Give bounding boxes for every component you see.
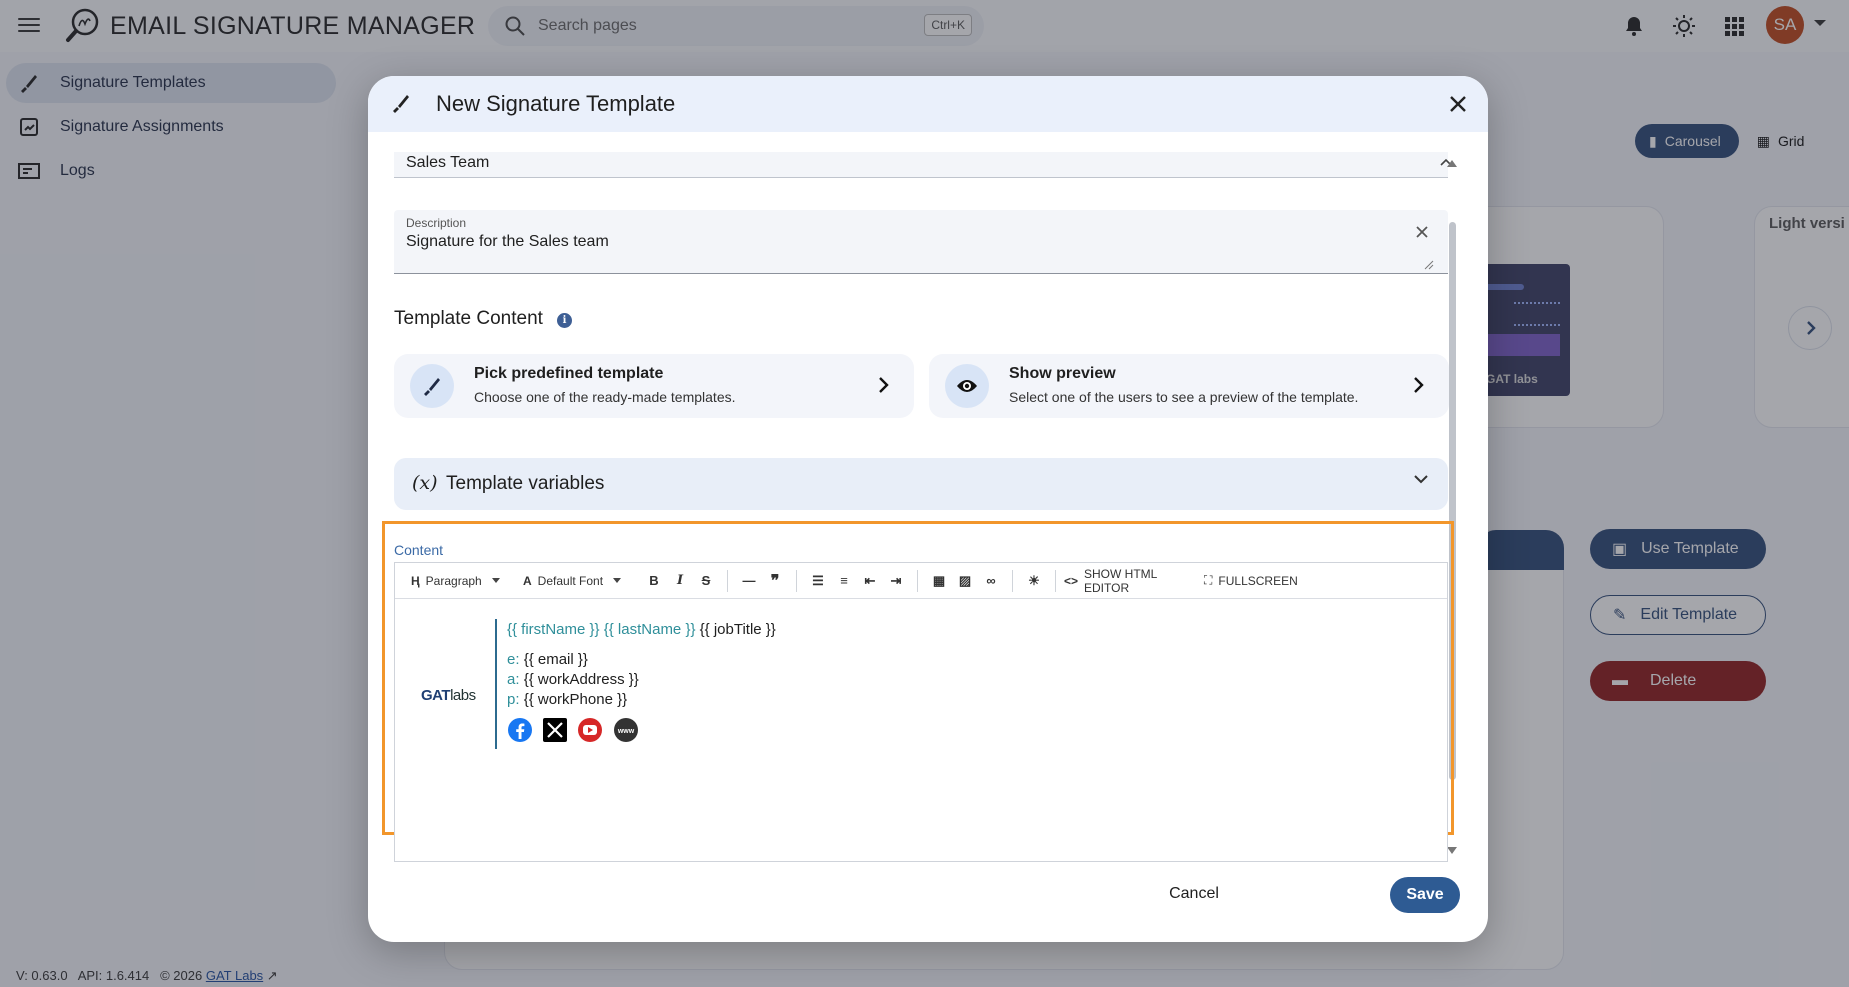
- editor-toolbar: Ⱨ Paragraph A Default Font B I S — ❞ ☰ ≡…: [395, 563, 1447, 599]
- signature-address-line: a: {{ workAddress }}: [507, 671, 639, 688]
- resize-handle-icon[interactable]: [1424, 260, 1434, 270]
- phone-variable: {{ workPhone }}: [523, 691, 628, 708]
- toolbar-divider: [1055, 569, 1056, 592]
- show-preview-card[interactable]: Show preview Select one of the users to …: [929, 354, 1449, 418]
- signature-divider: [495, 619, 497, 749]
- paragraph-select[interactable]: Ⱨ Paragraph: [411, 563, 511, 599]
- description-label: Description: [406, 216, 467, 230]
- chevron-right-icon: [879, 377, 889, 393]
- outdent-icon[interactable]: ⇤: [857, 563, 883, 599]
- brush-icon: [393, 95, 409, 113]
- signature-name-line: {{ firstName }} {{ lastName }} {{ jobTit…: [507, 621, 776, 638]
- pick-template-title: Pick predefined template: [474, 365, 664, 382]
- pick-predefined-template-card[interactable]: Pick predefined template Choose one of t…: [394, 354, 914, 418]
- quote-icon[interactable]: ❞: [762, 563, 788, 599]
- bold-icon[interactable]: B: [641, 563, 667, 599]
- pick-template-subtitle: Choose one of the ready-made templates.: [474, 389, 736, 405]
- italic-icon[interactable]: I: [667, 563, 693, 599]
- info-icon[interactable]: i: [557, 313, 572, 328]
- fullscreen-button[interactable]: ⛶ FULLSCREEN: [1204, 563, 1314, 599]
- www-label: www: [617, 728, 635, 735]
- toolbar-divider: [917, 569, 918, 592]
- eye-icon: [957, 380, 977, 392]
- email-variable: {{ email }}: [523, 651, 588, 668]
- font-icon: A: [523, 573, 532, 588]
- signature-phone-line: p: {{ workPhone }}: [507, 691, 627, 708]
- show-html-editor-label: SHOW HTML EDITOR: [1084, 566, 1157, 595]
- address-prefix: a:: [507, 671, 520, 688]
- code-icon: <>: [1064, 573, 1079, 588]
- rich-text-editor[interactable]: Ⱨ Paragraph A Default Font B I S — ❞ ☰ ≡…: [394, 562, 1448, 862]
- theme-preview-icon[interactable]: ☀: [1021, 563, 1047, 599]
- save-button[interactable]: Save: [1390, 877, 1460, 913]
- logo-light-text: labs: [450, 687, 476, 704]
- description-field[interactable]: Description Signature for the Sales team: [394, 210, 1448, 274]
- image-icon[interactable]: ▨: [952, 563, 978, 599]
- horizontal-rule-icon[interactable]: —: [736, 563, 762, 599]
- close-icon[interactable]: [1446, 92, 1470, 116]
- x-icon[interactable]: [542, 717, 568, 743]
- show-preview-subtitle: Select one of the users to see a preview…: [1009, 389, 1359, 405]
- last-name-variable: {{ lastName }}: [603, 621, 696, 638]
- variables-icon: (x): [412, 472, 438, 494]
- eye-icon-badge: [945, 364, 989, 408]
- heading-icon: Ⱨ: [411, 573, 420, 588]
- link-icon[interactable]: ∞: [978, 563, 1004, 599]
- chevron-down-icon: [613, 578, 622, 583]
- template-variables-label: Template variables: [446, 473, 605, 494]
- font-select[interactable]: A Default Font: [523, 563, 641, 599]
- bullet-list-icon[interactable]: ☰: [805, 563, 831, 599]
- fullscreen-label: FULLSCREEN: [1218, 573, 1298, 588]
- template-content-heading: Template Content: [394, 308, 543, 329]
- fullscreen-icon: ⛶: [1204, 573, 1213, 587]
- email-prefix: e:: [507, 651, 520, 668]
- font-select-label: Default Font: [537, 573, 604, 588]
- first-name-variable: {{ firstName }}: [507, 621, 600, 638]
- job-title-variable: {{ jobTitle }}: [699, 621, 776, 638]
- gat-labs-logo: GATlabs: [421, 687, 476, 704]
- logo-bold-text: GAT: [421, 687, 451, 704]
- dialog-title: New Signature Template: [436, 91, 676, 116]
- chevron-down-icon: [491, 578, 500, 583]
- clear-icon[interactable]: [1414, 224, 1430, 240]
- chevron-right-icon: [1414, 377, 1424, 393]
- brush-icon-badge: [410, 364, 454, 408]
- show-preview-title: Show preview: [1009, 365, 1116, 382]
- new-template-dialog: New Signature Template Sales Team Descri…: [368, 76, 1488, 942]
- toolbar-divider: [1012, 569, 1013, 592]
- chevron-down-icon: [1414, 475, 1428, 484]
- www-icon[interactable]: www: [613, 717, 639, 743]
- template-name-value: Sales Team: [406, 154, 490, 171]
- template-name-field[interactable]: Sales Team: [394, 152, 1452, 178]
- youtube-icon[interactable]: [577, 717, 603, 743]
- toolbar-divider: [796, 569, 797, 592]
- brush-icon: [424, 378, 440, 396]
- address-variable: {{ workAddress }}: [523, 671, 639, 688]
- show-html-editor-button[interactable]: <> SHOW HTML EDITOR: [1064, 563, 1204, 599]
- table-icon[interactable]: ▦: [926, 563, 952, 599]
- description-value: Signature for the Sales team: [406, 233, 609, 250]
- signature-email-line: e: {{ email }}: [507, 651, 588, 668]
- phone-prefix: p:: [507, 691, 520, 708]
- strikethrough-icon[interactable]: S: [693, 563, 719, 599]
- numbered-list-icon[interactable]: ≡: [831, 563, 857, 599]
- paragraph-select-label: Paragraph: [425, 573, 482, 588]
- signature-preview[interactable]: GATlabs {{ firstName }} {{ lastName }} {…: [395, 599, 1447, 861]
- toolbar-divider: [727, 569, 728, 592]
- facebook-icon[interactable]: [507, 717, 533, 743]
- scroll-down-arrow[interactable]: [1447, 847, 1457, 854]
- template-variables-accordion[interactable]: (x) Template variables: [394, 458, 1448, 510]
- cancel-button[interactable]: Cancel: [1144, 876, 1244, 912]
- content-label: Content: [394, 542, 444, 558]
- indent-icon[interactable]: ⇥: [883, 563, 909, 599]
- dialog-header: New Signature Template: [368, 76, 1488, 132]
- scroll-up-arrow[interactable]: [1447, 160, 1457, 167]
